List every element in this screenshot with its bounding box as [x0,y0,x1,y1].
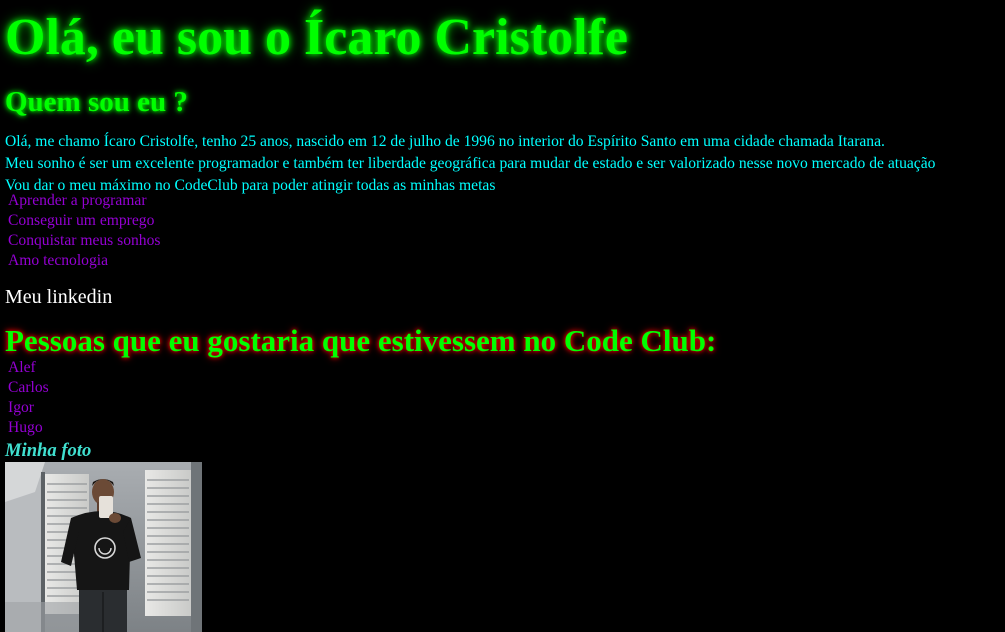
people-heading: Pessoas que eu gostaria que estivessem n… [5,323,717,358]
people-list: Alef Carlos Igor Hugo [5,358,49,438]
goals-list: Aprender a programar Conseguir um empreg… [5,191,160,271]
list-item: Conquistar meus sonhos [8,232,161,249]
list-item: Carlos [8,379,49,396]
bio-paragraph: Meu sonho é ser um excelente programador… [5,155,936,172]
list-item: Amo tecnologia [8,252,109,269]
bio-text: Olá, me chamo Ícaro Cristolfe, tenho 25 … [5,131,935,197]
list-item: Hugo [8,419,43,436]
list-item: Aprender a programar [8,192,147,209]
list-item: Alef [8,359,36,376]
about-heading: Quem sou eu ? [5,86,188,118]
mirror-selfie-image [5,462,202,632]
list-item: Conseguir um emprego [8,212,155,229]
list-item: Igor [8,399,34,416]
linkedin-link[interactable]: Meu linkedin [5,284,112,310]
profile-photo [5,462,202,632]
page-title: Olá, eu sou o Ícaro Cristolfe [5,9,628,66]
photo-caption: Minha foto [5,440,92,461]
bio-paragraph: Olá, me chamo Ícaro Cristolfe, tenho 25 … [5,133,885,150]
